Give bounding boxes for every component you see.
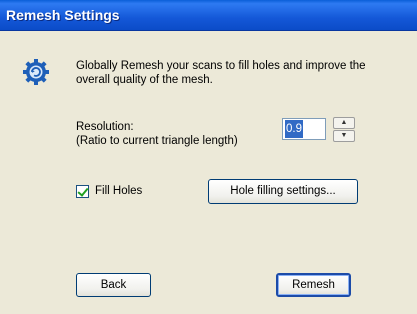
remesh-button[interactable]: Remesh	[276, 273, 351, 297]
checkmark-icon	[77, 185, 89, 197]
fill-holes-label[interactable]: Fill Holes	[95, 185, 142, 197]
spin-up-arrow-icon: ▲	[340, 119, 348, 126]
window-title: Remesh Settings	[6, 7, 120, 23]
resolution-increment-button[interactable]: ▲	[333, 117, 355, 129]
title-bar: Remesh Settings	[0, 0, 417, 31]
resolution-value[interactable]: 0.9	[285, 120, 303, 138]
spin-down-arrow-icon: ▼	[340, 132, 348, 139]
resolution-label-line1: Resolution:	[76, 121, 134, 133]
resolution-label: Resolution: (Ratio to current triangle l…	[76, 120, 238, 148]
back-button[interactable]: Back	[76, 273, 151, 297]
fill-holes-checkbox[interactable]	[76, 185, 89, 198]
resolution-label-line2: (Ratio to current triangle length)	[76, 135, 238, 147]
description-text: Globally Remesh your scans to fill holes…	[76, 60, 366, 86]
resolution-input[interactable]: 0.9	[282, 118, 326, 140]
resolution-decrement-button[interactable]: ▼	[333, 130, 355, 142]
remesh-gear-icon	[23, 59, 49, 85]
hole-filling-settings-button[interactable]: Hole filling settings...	[208, 179, 358, 204]
